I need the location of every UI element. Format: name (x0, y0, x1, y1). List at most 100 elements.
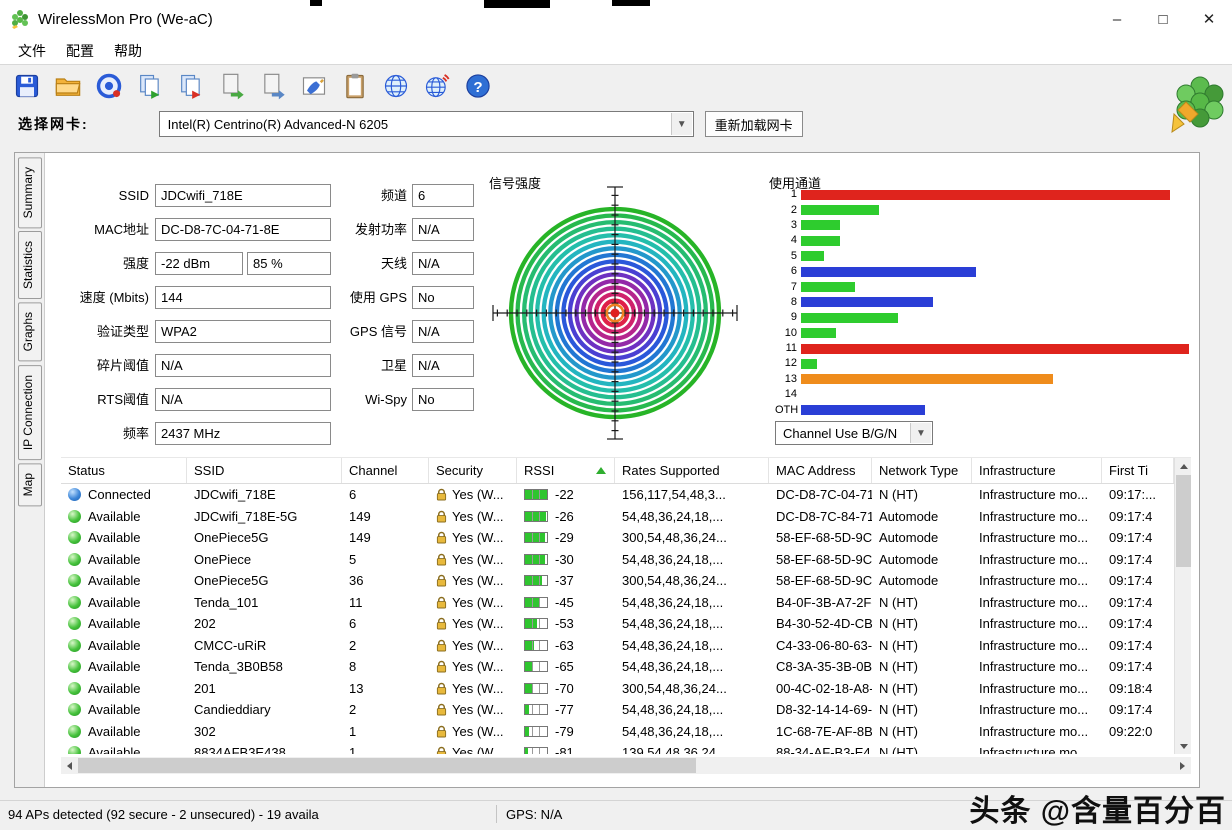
signature-icon[interactable] (297, 70, 330, 103)
field-value--[interactable]: 6 (412, 184, 474, 207)
tab-map[interactable]: Map (18, 463, 42, 506)
cell-network-type: N (HT) (872, 613, 972, 635)
table-row[interactable]: Available20113Yes (W...-70300,54,48,36,2… (61, 678, 1191, 700)
table-row[interactable]: ConnectedJDCwifi_718E6Yes (W...-22156,11… (61, 484, 1191, 506)
cell-infrastructure: Infrastructure mo... (972, 721, 1102, 743)
export-pages-icon[interactable] (133, 70, 166, 103)
status-text: Available (88, 530, 141, 545)
table-row[interactable]: AvailableCandieddiary2Yes (W...-7754,48,… (61, 699, 1191, 721)
column-header-label: Network Type (879, 463, 958, 478)
table-row[interactable]: AvailableOnePiece5G36Yes (W...-37300,54,… (61, 570, 1191, 592)
channel-label: 10 (775, 326, 797, 341)
close-button[interactable]: ✕ (1186, 0, 1232, 38)
open-folder-icon[interactable] (51, 70, 84, 103)
scroll-left-arrow-icon[interactable] (61, 757, 78, 774)
field-value--[interactable]: N/A (412, 252, 474, 275)
field-value-mac-[interactable]: DC-D8-7C-04-71-8E (155, 218, 331, 241)
field-value--[interactable]: N/A (155, 354, 331, 377)
maximize-button[interactable]: □ (1140, 0, 1186, 38)
globe-signal-icon[interactable] (420, 70, 453, 103)
clipboard-icon[interactable] (338, 70, 371, 103)
field-value-gps-[interactable]: N/A (412, 320, 474, 343)
security-text: Yes (W... (452, 552, 504, 567)
field-value-wi-spy[interactable]: No (412, 388, 474, 411)
field-value--[interactable]: WPA2 (155, 320, 331, 343)
table-row[interactable]: AvailableTenda_10111Yes (W...-4554,48,36… (61, 592, 1191, 614)
field-value--gps[interactable]: No (412, 286, 474, 309)
column-header-ssid[interactable]: SSID (187, 458, 342, 483)
ap-table: StatusSSIDChannelSecurityRSSIRates Suppo… (61, 457, 1191, 753)
table-row[interactable]: Available2026Yes (W...-5354,48,36,24,18,… (61, 613, 1191, 635)
menu-item--[interactable]: 文件 (8, 38, 56, 64)
field-label-ssid: SSID (45, 184, 149, 207)
chevron-down-icon[interactable]: ▼ (671, 113, 692, 135)
channel-label: 1 (775, 187, 797, 202)
channel-bar (801, 359, 817, 369)
cell-first-time: 09:17:4 (1102, 527, 1174, 549)
table-row[interactable]: Available3021Yes (W...-7954,48,36,24,18,… (61, 721, 1191, 743)
field-value--[interactable]: -22 dBm (155, 252, 243, 275)
scroll-up-arrow-icon[interactable] (1175, 458, 1192, 474)
channel-bar (801, 328, 836, 338)
column-header-rssi[interactable]: RSSI (517, 458, 615, 483)
column-header-security[interactable]: Security (429, 458, 517, 483)
save-icon[interactable] (10, 70, 43, 103)
cell-infrastructure: Infrastructure mo... (972, 678, 1102, 700)
minimize-button[interactable]: – (1094, 0, 1140, 38)
tab-ip-connection[interactable]: IP Connection (18, 365, 42, 460)
rssi-value: -37 (555, 573, 574, 588)
horizontal-scroll-thumb[interactable] (78, 758, 696, 773)
table-row[interactable]: AvailableOnePiece5G149Yes (W...-29300,54… (61, 527, 1191, 549)
table-row[interactable]: AvailableOnePiece5Yes (W...-3054,48,36,2… (61, 549, 1191, 571)
table-row[interactable]: Available8834AFB3E4381Yes (W...-81139,54… (61, 742, 1191, 754)
column-header-rates-supported[interactable]: Rates Supported (615, 458, 769, 483)
cell-network-type: Automode (872, 549, 972, 571)
security-text: Yes (W... (452, 702, 504, 717)
vertical-scrollbar[interactable] (1174, 458, 1191, 754)
column-header-channel[interactable]: Channel (342, 458, 429, 483)
column-header-network-type[interactable]: Network Type (872, 458, 972, 483)
chevron-down-icon[interactable]: ▼ (910, 423, 931, 443)
column-header-mac-address[interactable]: MAC Address (769, 458, 872, 483)
send-page-alt-icon[interactable] (256, 70, 289, 103)
field-value--mbits-[interactable]: 144 (155, 286, 331, 309)
table-row[interactable]: AvailableTenda_3B0B588Yes (W...-6554,48,… (61, 656, 1191, 678)
field-label--: 发射功率 (307, 218, 407, 241)
menu-item--[interactable]: 帮助 (104, 38, 152, 64)
field-value-rts-[interactable]: N/A (155, 388, 331, 411)
scroll-right-arrow-icon[interactable] (1174, 757, 1191, 774)
column-header-first-ti[interactable]: First Ti (1102, 458, 1174, 483)
reload-adapter-button[interactable]: 重新加载网卡 (705, 111, 803, 137)
field-value-ssid[interactable]: JDCwifi_718E (155, 184, 331, 207)
field-value--[interactable]: N/A (412, 218, 474, 241)
tab-summary[interactable]: Summary (18, 157, 42, 228)
column-header-infrastructure[interactable]: Infrastructure (972, 458, 1102, 483)
tab-statistics[interactable]: Statistics (18, 231, 42, 299)
cell-security: Yes (W... (429, 527, 517, 549)
tab-graphs[interactable]: Graphs (18, 302, 42, 361)
available-status-icon (68, 596, 81, 609)
channel-label: 4 (775, 233, 797, 248)
table-row[interactable]: AvailableCMCC-uRiR2Yes (W...-6354,48,36,… (61, 635, 1191, 657)
adapter-select[interactable]: Intel(R) Centrino(R) Advanced-N 6205 ▼ (159, 111, 694, 137)
cell-rates: 54,48,36,24,18,... (615, 613, 769, 635)
rssi-bar-icon (524, 661, 548, 672)
help-icon[interactable]: ? (461, 70, 494, 103)
field-value--[interactable]: 2437 MHz (155, 422, 331, 445)
field-value--[interactable]: N/A (412, 354, 474, 377)
send-page-icon[interactable] (215, 70, 248, 103)
horizontal-scrollbar[interactable] (61, 757, 1191, 774)
channel-label: 11 (775, 341, 797, 356)
menu-item--[interactable]: 配置 (56, 38, 104, 64)
globe-icon[interactable] (379, 70, 412, 103)
column-header-status[interactable]: Status (61, 458, 187, 483)
scroll-down-arrow-icon[interactable] (1175, 738, 1192, 754)
cell-rates: 139,54,48,36,24... (615, 742, 769, 754)
channel-use-dropdown[interactable]: Channel Use B/G/N ▼ (775, 421, 933, 445)
table-row[interactable]: AvailableJDCwifi_718E-5G149Yes (W...-265… (61, 506, 1191, 528)
status-text: Available (88, 552, 141, 567)
record-icon[interactable] (92, 70, 125, 103)
vertical-scroll-thumb[interactable] (1176, 475, 1191, 567)
channel-label: 9 (775, 310, 797, 325)
export-pages-alt-icon[interactable] (174, 70, 207, 103)
